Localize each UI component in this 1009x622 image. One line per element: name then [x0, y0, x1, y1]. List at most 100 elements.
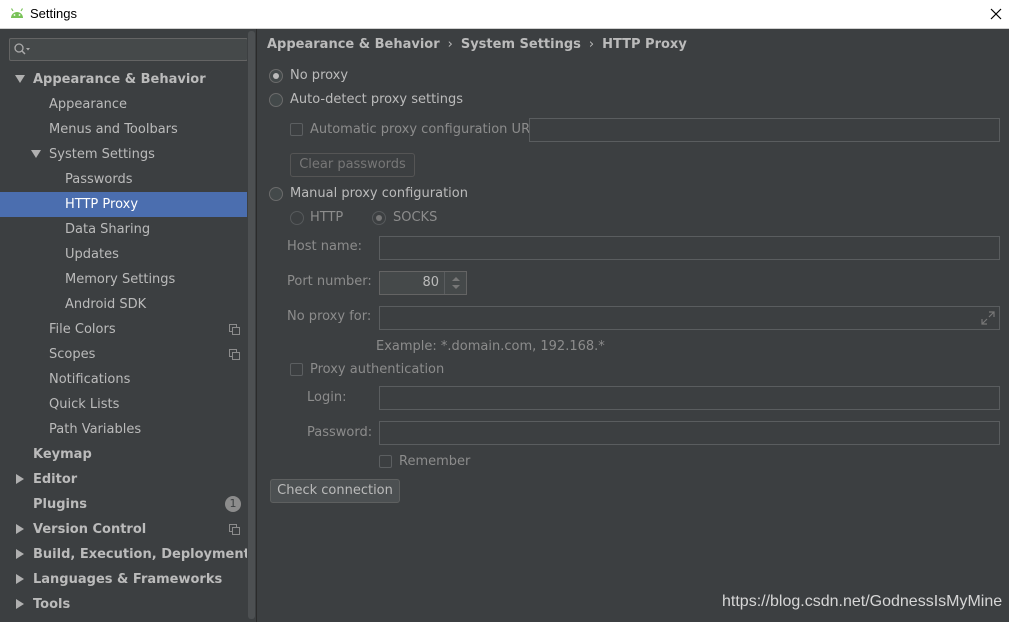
- remember-checkbox[interactable]: [379, 455, 392, 468]
- sidebar-item-label: Scopes: [49, 347, 96, 362]
- sidebar-item-notifications[interactable]: Notifications: [0, 367, 247, 392]
- sidebar-item-label: Editor: [33, 472, 78, 487]
- sidebar-item-version-control[interactable]: Version Control: [0, 517, 247, 542]
- no-proxy-radio[interactable]: [269, 69, 283, 83]
- password-field[interactable]: [379, 421, 1000, 445]
- expand-arrow-icon[interactable]: [16, 574, 24, 584]
- sidebar-item-label: Appearance & Behavior: [33, 72, 206, 87]
- sidebar-item-label: Keymap: [33, 447, 92, 462]
- sidebar-item-label: Quick Lists: [49, 397, 120, 412]
- sidebar-item-system-settings[interactable]: System Settings: [0, 142, 247, 167]
- watermark-text: https://blog.csdn.net/GodnessIsMyMine: [722, 593, 1003, 610]
- auto-detect-label[interactable]: Auto-detect proxy settings: [290, 92, 463, 107]
- sidebar-item-label: Tools: [33, 597, 71, 612]
- update-count-badge: 1: [225, 496, 241, 512]
- expand-arrow-icon[interactable]: [15, 75, 25, 83]
- sidebar-item-label: Appearance: [49, 97, 128, 112]
- socks-label: SOCKS: [393, 210, 438, 225]
- close-button[interactable]: [983, 0, 1009, 28]
- sidebar-item-label: Data Sharing: [65, 222, 151, 237]
- search-icon: [14, 43, 30, 55]
- expand-arrow-icon[interactable]: [31, 150, 41, 158]
- sidebar-item-memory-settings[interactable]: Memory Settings: [0, 267, 247, 292]
- proxy-auth-label: Proxy authentication: [310, 362, 445, 377]
- sidebar-item-menus-toolbars[interactable]: Menus and Toolbars: [0, 117, 247, 142]
- sidebar-item-build-execution-deployment[interactable]: Build, Execution, Deployment: [0, 542, 250, 567]
- sidebar-item-appearance-behavior[interactable]: Appearance & Behavior: [0, 67, 247, 92]
- http-radio[interactable]: [290, 211, 304, 225]
- search-box[interactable]: [9, 38, 248, 61]
- sidebar-item-label: Android SDK: [65, 297, 147, 312]
- sidebar-item-file-colors[interactable]: File Colors: [0, 317, 247, 342]
- manual-proxy-radio[interactable]: [269, 187, 283, 201]
- sidebar-item-label: Updates: [65, 247, 119, 262]
- sidebar-item-label: HTTP Proxy: [65, 197, 139, 212]
- remember-label: Remember: [399, 454, 471, 469]
- manual-proxy-label[interactable]: Manual proxy configuration: [290, 186, 468, 201]
- password-label: Password:: [307, 425, 373, 440]
- sidebar-item-plugins[interactable]: Plugins 1: [0, 492, 247, 517]
- project-scope-icon: [229, 524, 240, 535]
- http-proxy-panel: Appearance & Behavior › System Settings › HT…: [257, 29, 1009, 622]
- breadcrumb-level3: HTTP Proxy: [602, 37, 687, 52]
- no-proxy-for-label: No proxy for:: [287, 309, 372, 324]
- login-label: Login:: [307, 390, 347, 405]
- expand-arrow-icon[interactable]: [16, 599, 24, 609]
- breadcrumb-level2: System Settings: [460, 37, 581, 52]
- socks-radio[interactable]: [372, 211, 386, 225]
- sidebar-item-android-sdk[interactable]: Android SDK: [0, 292, 247, 317]
- sidebar-item-label: Build, Execution, Deployment: [33, 547, 250, 562]
- scrollbar-thumb[interactable]: [248, 31, 255, 619]
- breadcrumb: Appearance & Behavior › System Settings › HT…: [267, 37, 687, 52]
- project-scope-icon: [229, 349, 240, 360]
- no-proxy-for-field[interactable]: [379, 306, 1000, 330]
- expand-arrow-icon[interactable]: [16, 549, 24, 559]
- port-number-label: Port number:: [287, 274, 372, 289]
- sidebar-item-path-variables[interactable]: Path Variables: [0, 417, 247, 442]
- sidebar-item-label: Path Variables: [49, 422, 142, 437]
- expand-icon[interactable]: [981, 311, 995, 325]
- auto-detect-radio[interactable]: [269, 93, 283, 107]
- clear-passwords-button[interactable]: Clear passwords: [290, 153, 415, 177]
- http-label: HTTP: [310, 210, 344, 225]
- settings-sidebar: Appearance & Behavior Appearance Menus a…: [0, 29, 256, 622]
- port-number-value: 80: [422, 275, 439, 290]
- auto-config-url-checkbox[interactable]: [290, 123, 303, 136]
- sidebar-item-updates[interactable]: Updates: [0, 242, 247, 267]
- sidebar-scrollbar[interactable]: [247, 29, 256, 622]
- host-name-field[interactable]: [379, 236, 1000, 260]
- window-title: Settings: [30, 6, 77, 21]
- proxy-auth-checkbox[interactable]: [290, 363, 303, 376]
- close-icon: [990, 8, 1002, 20]
- sidebar-item-languages-frameworks[interactable]: Languages & Frameworks: [0, 567, 247, 592]
- sidebar-item-keymap[interactable]: Keymap: [0, 442, 247, 467]
- sidebar-item-data-sharing[interactable]: Data Sharing: [0, 217, 247, 242]
- breadcrumb-separator: ›: [447, 37, 453, 52]
- expand-arrow-icon[interactable]: [16, 474, 24, 484]
- no-proxy-example: Example: *.domain.com, 192.168.*: [376, 339, 605, 354]
- spinner-up-down-icon: [452, 277, 460, 289]
- sidebar-item-editor[interactable]: Editor: [0, 467, 247, 492]
- sidebar-item-label: Passwords: [65, 172, 133, 187]
- check-connection-button[interactable]: Check connection: [270, 479, 400, 503]
- sidebar-item-tools[interactable]: Tools: [0, 592, 247, 617]
- login-field[interactable]: [379, 386, 1000, 410]
- expand-arrow-icon[interactable]: [16, 524, 24, 534]
- sidebar-item-label: Languages & Frameworks: [33, 572, 223, 587]
- sidebar-item-http-proxy[interactable]: HTTP Proxy: [0, 192, 256, 217]
- sidebar-item-label: Version Control: [33, 522, 147, 537]
- sidebar-item-quick-lists[interactable]: Quick Lists: [0, 392, 247, 417]
- sidebar-item-appearance[interactable]: Appearance: [0, 92, 247, 117]
- sidebar-item-passwords[interactable]: Passwords: [0, 167, 247, 192]
- sidebar-item-label: System Settings: [49, 147, 155, 162]
- spinner-arrows[interactable]: [444, 272, 466, 294]
- port-number-spinner[interactable]: 80: [379, 271, 467, 295]
- title-bar: Settings: [0, 0, 1009, 29]
- sidebar-item-scopes[interactable]: Scopes: [0, 342, 247, 367]
- android-icon: [10, 8, 24, 18]
- breadcrumb-separator: ›: [588, 37, 595, 52]
- no-proxy-label[interactable]: No proxy: [290, 68, 348, 83]
- search-input[interactable]: [32, 40, 242, 59]
- sidebar-item-label: Memory Settings: [65, 272, 176, 287]
- auto-config-url-field[interactable]: [529, 118, 1000, 142]
